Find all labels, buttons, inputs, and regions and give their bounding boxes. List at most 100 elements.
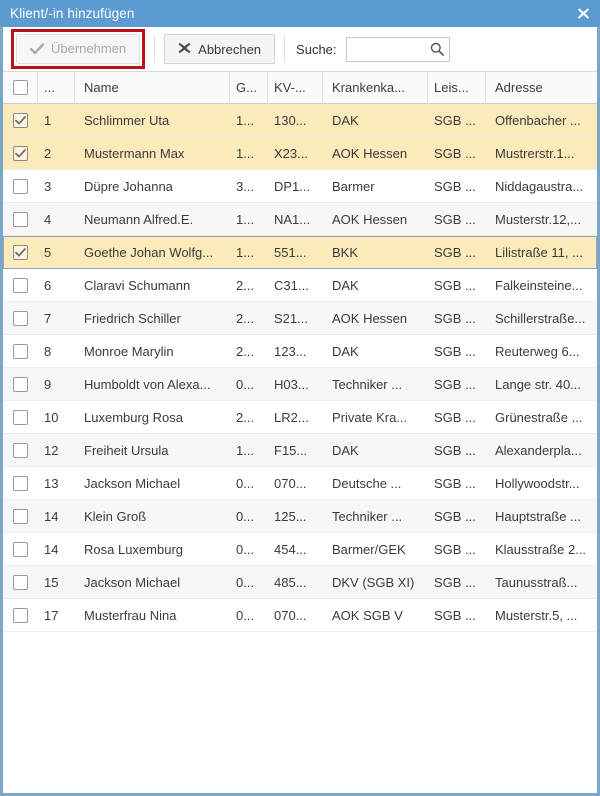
cell-leistung: SGB ... xyxy=(434,343,476,359)
cell-leistung: SGB ... xyxy=(434,376,476,392)
table-row[interactable]: 3 Düpre Johanna 3... DP1... Barmer SGB ... Nid… xyxy=(3,170,597,203)
column-header-g[interactable]: G... xyxy=(230,71,268,104)
row-checkbox-cell[interactable] xyxy=(3,368,38,400)
column-header-name[interactable]: Name xyxy=(75,71,230,104)
cell-krankenkasse: DAK xyxy=(332,442,359,458)
cell-leistung: SGB ... xyxy=(434,574,476,590)
cell-leistung: SGB ... xyxy=(434,475,476,491)
row-checkbox-cell[interactable] xyxy=(3,533,38,565)
select-all-checkbox[interactable] xyxy=(12,80,28,95)
row-checkbox[interactable] xyxy=(13,178,28,194)
column-header-krankenkasse[interactable]: Krankenka... xyxy=(323,71,428,104)
cell-adresse: Niddagaustra... xyxy=(495,178,584,194)
table-row[interactable]: 2 Mustermann Max 1... X23... AOK Hessen SGB .… xyxy=(3,137,597,170)
table-row[interactable]: 1 Schlimmer Uta 1... 130... DAK SGB ... Offenb… xyxy=(3,104,597,137)
row-checkbox-cell[interactable] xyxy=(3,302,38,334)
cell-leistung: SGB ... xyxy=(434,277,476,293)
cell-name: Claravi Schumann xyxy=(84,277,191,293)
row-checkbox-cell[interactable] xyxy=(3,434,38,466)
cell-name: Luxemburg Rosa xyxy=(84,409,183,425)
row-checkbox-cell[interactable] xyxy=(3,236,38,268)
cell-leistung: SGB ... xyxy=(434,508,476,524)
cell-g: 0... xyxy=(236,376,255,392)
table-row[interactable]: 17 Musterfrau Nina 0... 070... AOK SGB V SGB … xyxy=(3,599,597,632)
row-checkbox[interactable] xyxy=(13,244,28,260)
row-checkbox-cell[interactable] xyxy=(3,566,38,598)
row-checkbox-cell[interactable] xyxy=(3,500,38,532)
cell-num: 17 xyxy=(44,607,59,623)
row-checkbox[interactable] xyxy=(13,310,28,326)
table-row[interactable]: 13 Jackson Michael 0... 070... Deutsche ... S… xyxy=(3,467,597,500)
row-checkbox-cell[interactable] xyxy=(3,104,38,136)
cell-krankenkasse: DAK xyxy=(332,112,359,128)
cell-num: 6 xyxy=(44,277,52,293)
table-row[interactable]: 14 Klein Groß 0... 125... Techniker ... SGB .… xyxy=(3,500,597,533)
cell-krankenkasse: AOK Hessen xyxy=(332,310,408,326)
table-row[interactable]: 10 Luxemburg Rosa 2... LR2... Private Kra...… xyxy=(3,401,597,434)
toolbar-separator-1 xyxy=(154,36,156,62)
cell-kv: 125... xyxy=(274,508,307,524)
row-checkbox[interactable] xyxy=(13,409,28,425)
table-row[interactable]: 4 Neumann Alfred.E. 1... NA1... AOK Hessen SG… xyxy=(3,203,597,236)
cell-krankenkasse: Private Kra... xyxy=(332,409,408,425)
cell-name: Klein Groß xyxy=(84,508,147,524)
close-icon[interactable] xyxy=(575,6,591,22)
search-icon[interactable] xyxy=(430,42,444,56)
row-checkbox[interactable] xyxy=(13,211,28,227)
cell-num: 14 xyxy=(44,541,59,557)
table-row[interactable]: 5 Goethe Johan Wolfg... 1... 551... BKK SGB .… xyxy=(3,236,597,269)
row-checkbox[interactable] xyxy=(13,277,28,293)
cell-g: 0... xyxy=(236,508,255,524)
cell-adresse: Musterstr.5, ... xyxy=(495,607,578,623)
table-row[interactable]: 7 Friedrich Schiller 2... S21... AOK Hessen S… xyxy=(3,302,597,335)
row-checkbox[interactable] xyxy=(13,112,28,128)
row-checkbox-cell[interactable] xyxy=(3,170,38,202)
cell-g: 2... xyxy=(236,277,255,293)
row-checkbox-cell[interactable] xyxy=(3,269,38,301)
cell-g: 2... xyxy=(236,310,255,326)
cell-g: 0... xyxy=(236,541,255,557)
table-row[interactable]: 6 Claravi Schumann 2... C31... DAK SGB ... Fal… xyxy=(3,269,597,302)
row-checkbox-cell[interactable] xyxy=(3,599,38,631)
table-row[interactable]: 12 Freiheit Ursula 1... F15... DAK SGB ... Ale… xyxy=(3,434,597,467)
table-row[interactable]: 8 Monroe Marylin 2... 123... DAK SGB ... Reute… xyxy=(3,335,597,368)
cell-name: Monroe Marylin xyxy=(84,343,174,359)
cell-g: 0... xyxy=(236,574,255,590)
row-checkbox[interactable] xyxy=(13,376,28,392)
row-checkbox[interactable] xyxy=(13,475,28,491)
table-row[interactable]: 9 Humboldt von Alexa... 0... H03... Technike… xyxy=(3,368,597,401)
row-checkbox-cell[interactable] xyxy=(3,335,38,367)
cell-num: 1 xyxy=(44,112,52,128)
cell-num: 10 xyxy=(44,409,59,425)
table-row[interactable]: 15 Jackson Michael 0... 485... DKV (SGB XI) S… xyxy=(3,566,597,599)
cell-adresse: Mustrerstr.1... xyxy=(495,145,575,161)
column-header-leistung[interactable]: Leis... xyxy=(428,71,486,104)
row-checkbox[interactable] xyxy=(13,145,28,161)
cell-num: 13 xyxy=(44,475,59,491)
column-header-kv[interactable]: KV-... xyxy=(268,71,323,104)
row-checkbox-cell[interactable] xyxy=(3,203,38,235)
cell-kv: 485... xyxy=(274,574,307,590)
cell-adresse: Reuterweg 6... xyxy=(495,343,580,359)
row-checkbox-cell[interactable] xyxy=(3,137,38,169)
row-checkbox[interactable] xyxy=(13,541,28,557)
row-checkbox[interactable] xyxy=(13,508,28,524)
apply-button[interactable]: Übernehmen xyxy=(16,34,141,64)
row-checkbox[interactable] xyxy=(13,574,28,590)
select-all-checkbox-cell[interactable] xyxy=(3,71,38,104)
search-field[interactable] xyxy=(345,36,450,62)
cell-g: 1... xyxy=(236,244,255,260)
row-checkbox[interactable] xyxy=(13,343,28,359)
cell-g: 1... xyxy=(236,211,255,227)
column-header-adresse[interactable]: Adresse xyxy=(486,71,597,104)
row-checkbox-cell[interactable] xyxy=(3,401,38,433)
column-header-num[interactable]: ... xyxy=(38,71,75,104)
table-row[interactable]: 14 Rosa Luxemburg 0... 454... Barmer/GEK SGB … xyxy=(3,533,597,566)
cell-name: Mustermann Max xyxy=(84,145,185,161)
cancel-button[interactable]: Abbrechen xyxy=(164,34,276,64)
row-checkbox[interactable] xyxy=(13,607,28,623)
cell-adresse: Hollywoodstr... xyxy=(495,475,580,491)
row-checkbox-cell[interactable] xyxy=(3,467,38,499)
cell-leistung: SGB ... xyxy=(434,607,476,623)
row-checkbox[interactable] xyxy=(13,442,28,458)
